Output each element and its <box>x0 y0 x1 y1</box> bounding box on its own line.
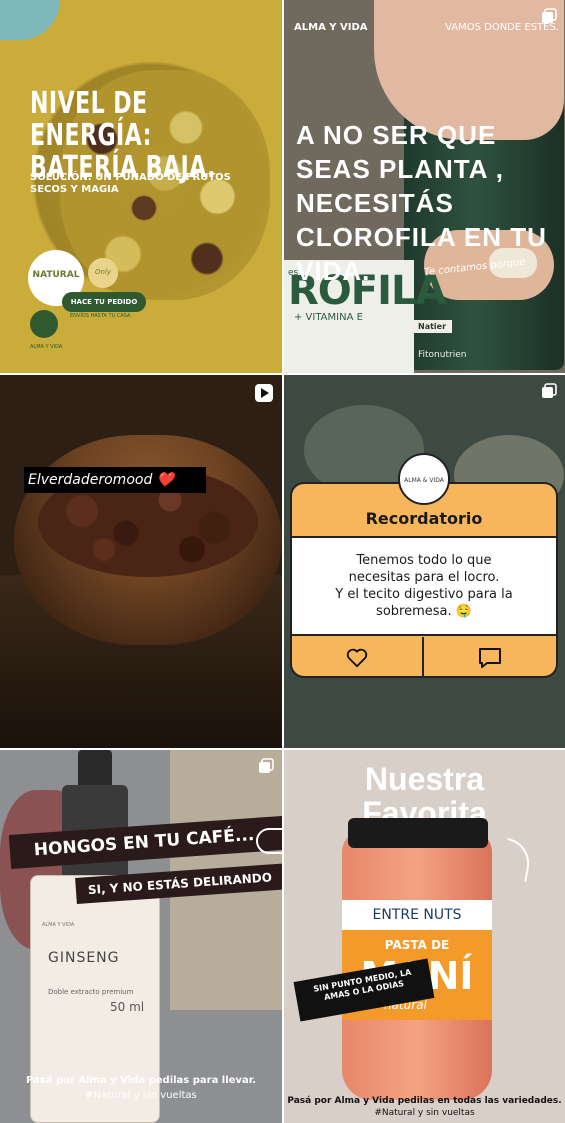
like-button <box>292 637 424 676</box>
footer-brand: ALMA Y VIDA <box>30 344 63 350</box>
only-badge: Only <box>88 258 118 288</box>
arrow-icon <box>256 828 282 854</box>
card-actions <box>292 637 556 676</box>
card-body: Tenemos todo lo que necesitas para el lo… <box>292 536 556 636</box>
title-line: Nuestra <box>364 761 485 797</box>
post-subheadline: SOLUCIÓN: UN PUÑADO DE FRUTOS SECOS Y MA… <box>30 172 231 195</box>
product-brand: ENTRE NUTS <box>342 900 492 930</box>
post-hashtag: #Natural y sin vueltas <box>85 1090 197 1101</box>
order-subtext: ENVÍOS HASTA TU CASA <box>70 313 131 319</box>
brand-name: ALMA Y VIDA <box>294 22 368 33</box>
comment-button <box>424 637 556 676</box>
label-vitamina: + VITAMINA E <box>294 312 363 323</box>
post-hashtag: #Natural y sin vueltas <box>374 1108 475 1118</box>
card-line: Tenemos todo lo que <box>356 553 492 568</box>
jar-lid <box>348 818 488 848</box>
carousel-icon <box>259 758 274 773</box>
post-headline: NIVEL DE ENERGÍA: BATERÍA BAJA. <box>30 86 216 185</box>
product-desc: Doble extracto premium <box>48 988 134 996</box>
reel-icon <box>255 384 273 402</box>
decor-strip <box>0 0 60 40</box>
heart-icon <box>346 648 368 667</box>
seal-icon <box>30 310 58 338</box>
arrow-icon <box>500 838 534 882</box>
post-tile-recordatorio[interactable]: Recordatorio Tenemos todo lo que necesit… <box>284 375 565 748</box>
post-tile-hongos[interactable]: ALMA Y VIDA GINSENG Doble extracto premi… <box>0 750 282 1123</box>
bottle-brand: ALMA Y VIDA <box>42 922 75 928</box>
carousel-icon <box>542 383 557 398</box>
post-tile-clorofila[interactable]: es ROFILA + VITAMINA E ALMA Y VIDA VAMOS… <box>284 0 565 373</box>
order-button: HACE TU PEDIDO <box>62 292 146 312</box>
post-footer: Pasá por Alma y Vida pedilas en todas la… <box>287 1096 562 1106</box>
carousel-icon <box>542 8 557 23</box>
brand-logo: ALMA & VIDA <box>398 453 450 505</box>
profile-grid: NIVEL DE ENERGÍA: BATERÍA BAJA. SOLUCIÓN… <box>0 0 565 1123</box>
comment-icon <box>479 647 501 668</box>
reminder-card: Recordatorio Tenemos todo lo que necesit… <box>290 482 558 678</box>
post-tile-energy[interactable]: NIVEL DE ENERGÍA: BATERÍA BAJA. SOLUCIÓN… <box>0 0 282 373</box>
product-volume: 50 ml <box>110 1000 145 1014</box>
label-pasta: PASTA DE <box>384 938 450 952</box>
post-tile-mani[interactable]: Nuestra Favorita ENTRE NUTS PASTA DE MAN… <box>284 750 565 1123</box>
product-brand: Natier <box>412 320 453 333</box>
card-line: necesitas para el locro. <box>348 570 500 585</box>
post-tile-cacao[interactable]: Elverdaderomood ❤️ <box>0 375 282 748</box>
dropper-cap <box>78 750 112 790</box>
post-footer: Pasá por Alma y Vida pedilas para llevar… <box>25 1075 257 1086</box>
card-line: Y el tecito digestivo para la <box>335 587 513 602</box>
product-name: Fitonutrien <box>418 350 467 360</box>
post-caption: Elverdaderomood ❤️ <box>24 467 206 493</box>
card-line: sobremesa. 🤤 <box>376 604 472 619</box>
product-name: GINSENG <box>48 950 120 966</box>
